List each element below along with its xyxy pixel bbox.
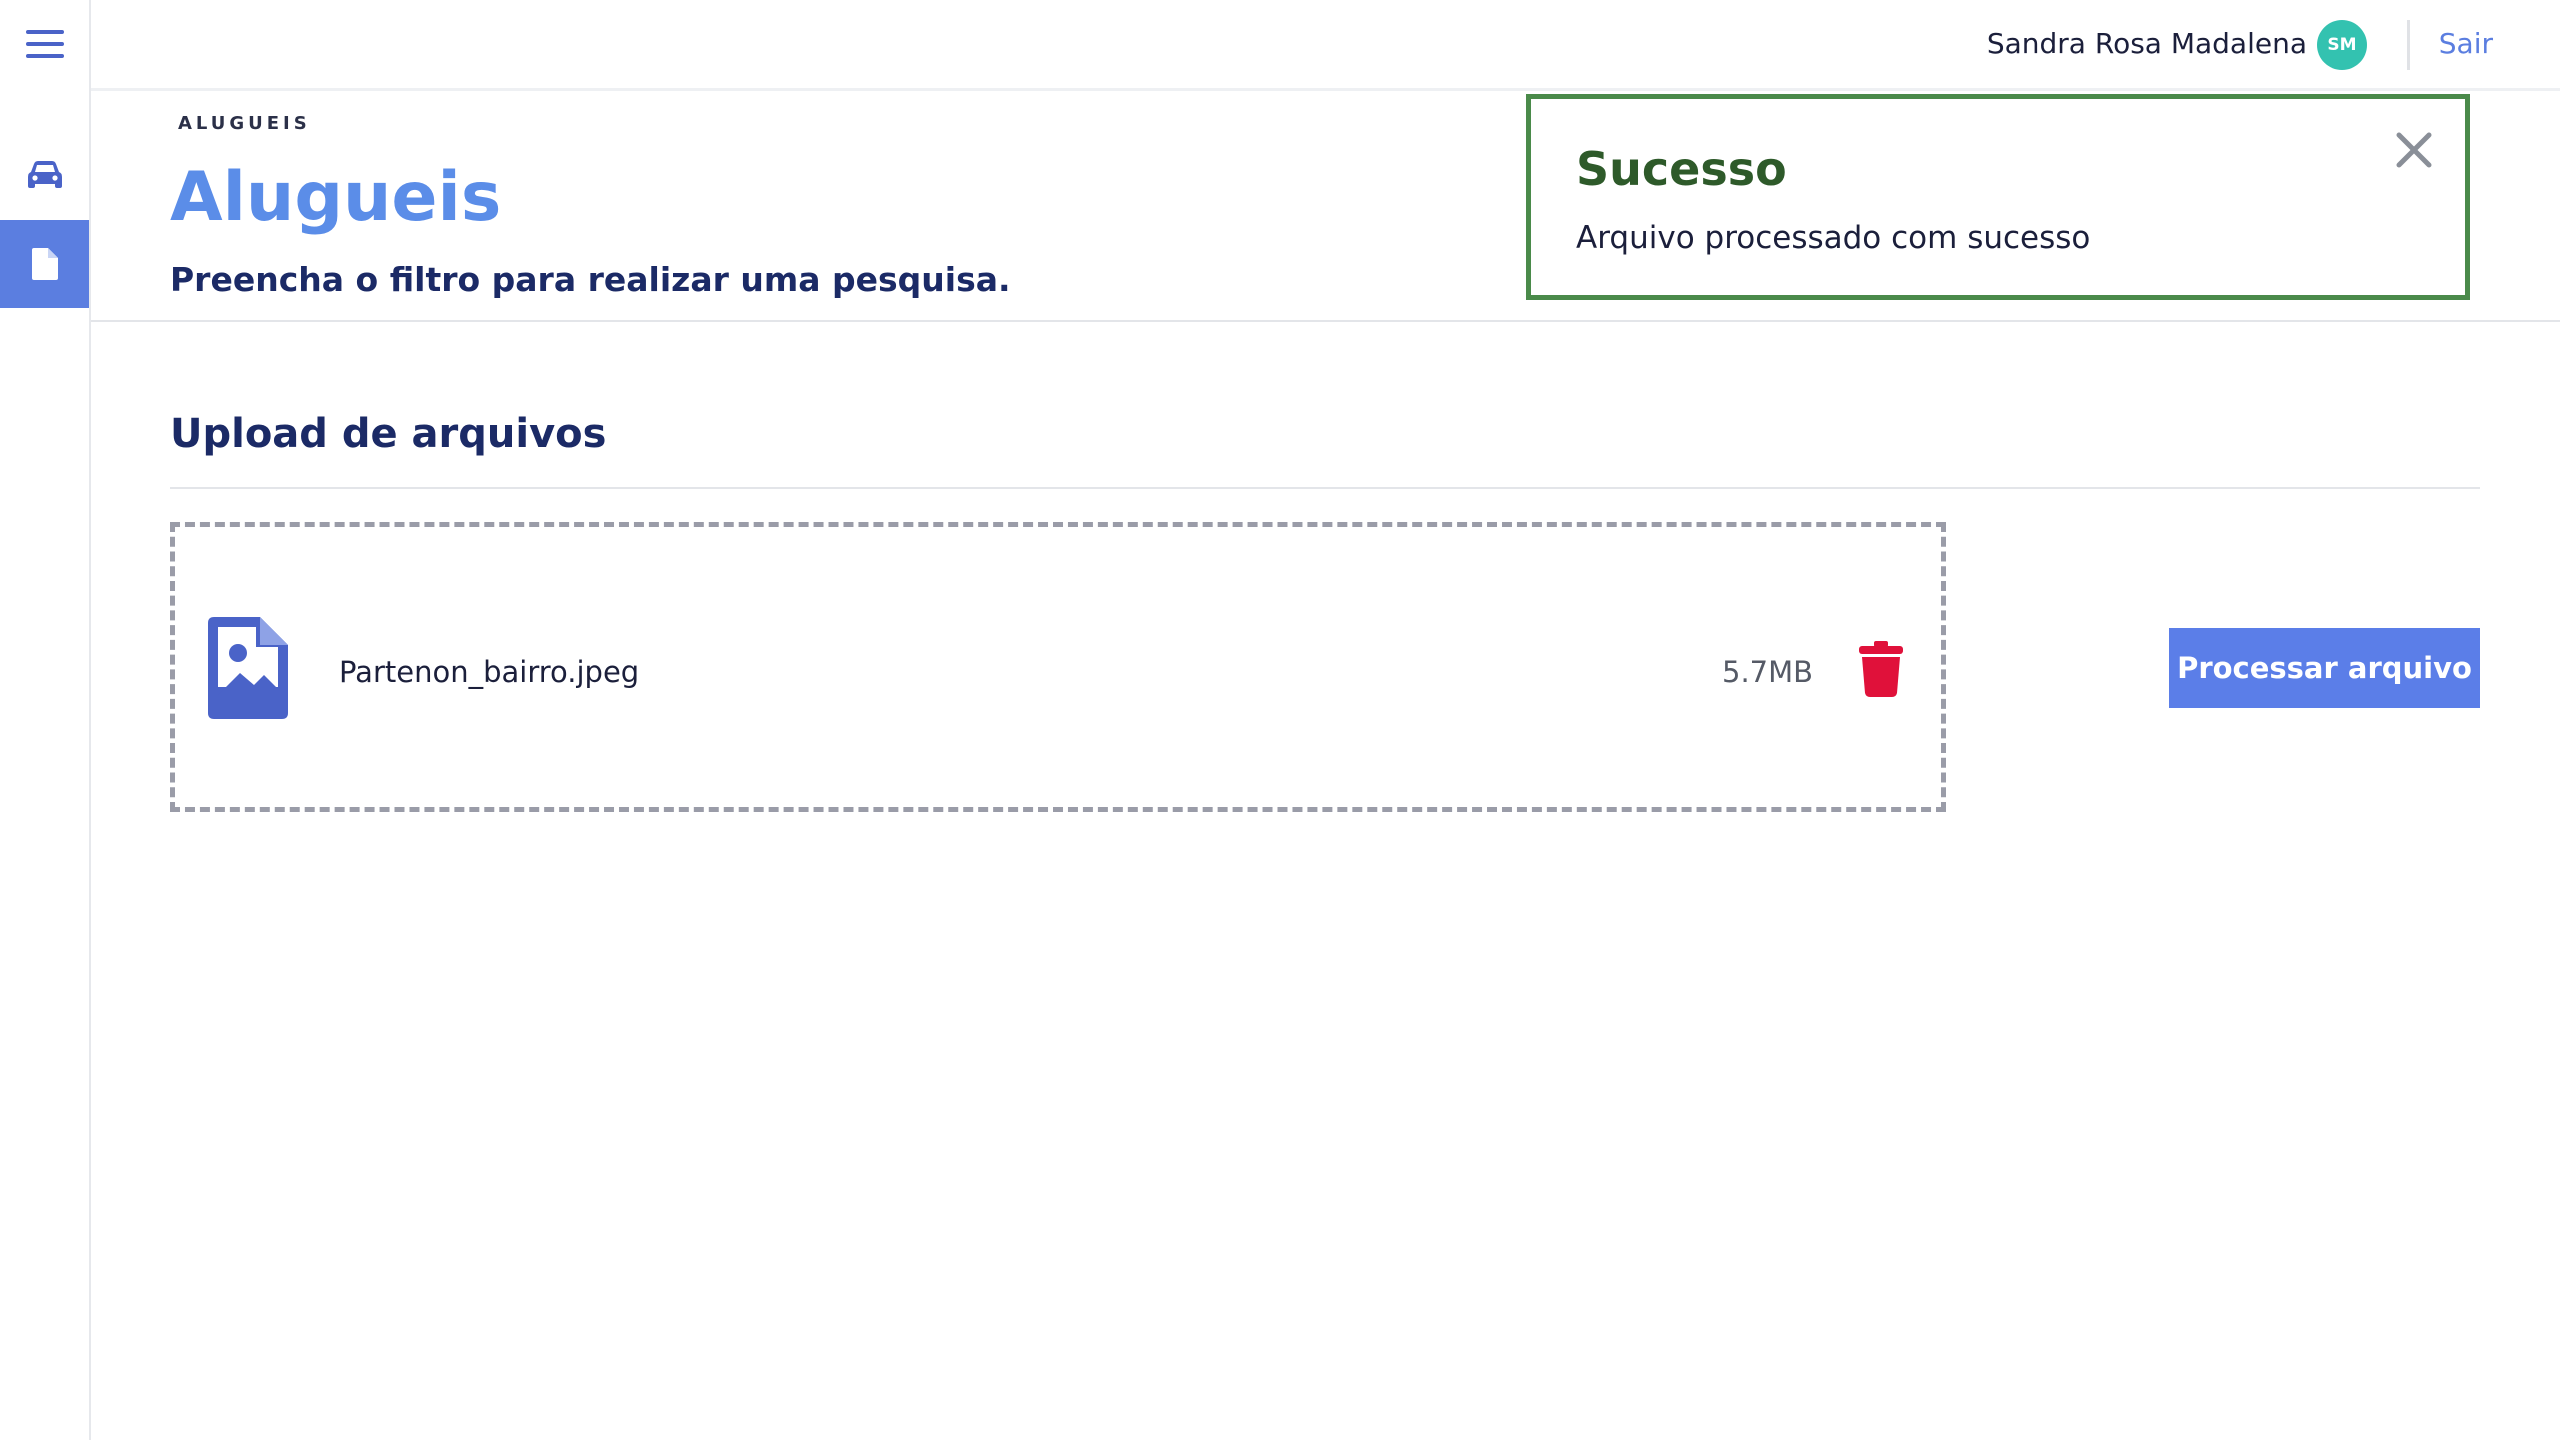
file-size: 5.7MB (1722, 655, 1814, 689)
file-dropzone[interactable]: Partenon_bairro.jpeg 5.7MB (170, 522, 1946, 812)
toast-message: Arquivo processado com sucesso (1576, 220, 2091, 256)
menu-button[interactable] (0, 0, 89, 88)
close-icon[interactable] (2391, 127, 2437, 173)
menu-icon (25, 30, 64, 58)
image-file-icon (208, 617, 288, 719)
page-title: Alugueis (170, 158, 502, 237)
sidebar-item-documents[interactable] (0, 220, 89, 308)
logout-link[interactable]: Sair (2439, 24, 2493, 64)
document-icon (31, 248, 58, 280)
upload-separator (170, 487, 2480, 489)
header-divider (2407, 20, 2410, 70)
avatar[interactable]: SM (2317, 20, 2367, 70)
file-name: Partenon_bairro.jpeg (339, 655, 640, 689)
trash-icon[interactable] (1858, 641, 1904, 697)
sidebar-item-vehicles[interactable] (0, 131, 89, 219)
top-header: Sandra Rosa Madalena SM Sair (91, 0, 2560, 91)
user-name: Sandra Rosa Madalena (1986, 27, 2307, 60)
page-subtitle: Preencha o filtro para realizar uma pesq… (170, 260, 1011, 299)
upload-section-title: Upload de arquivos (170, 411, 607, 457)
header-separator (91, 320, 2560, 322)
car-icon (27, 161, 62, 188)
success-toast: Sucesso Arquivo processado com sucesso (1526, 94, 2470, 300)
sidebar (0, 0, 91, 1440)
toast-title: Sucesso (1576, 142, 1787, 196)
process-file-button[interactable]: Processar arquivo (2169, 628, 2480, 708)
breadcrumb: ALUGUEIS (178, 113, 311, 134)
